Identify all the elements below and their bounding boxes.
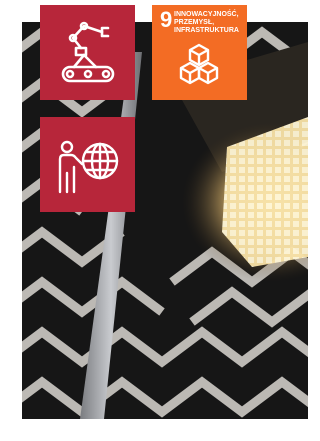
person-globe-icon	[58, 140, 119, 194]
robot-arm-conveyor-icon	[61, 21, 115, 83]
cubes-icon	[179, 43, 219, 85]
person-globe-tile	[40, 117, 135, 212]
robot-arm-tile	[40, 5, 135, 100]
sdg9-tile: 9 INNOWACYJNOŚĆ, PRZEMYSŁ, INFRASTRUKTUR…	[152, 5, 247, 100]
